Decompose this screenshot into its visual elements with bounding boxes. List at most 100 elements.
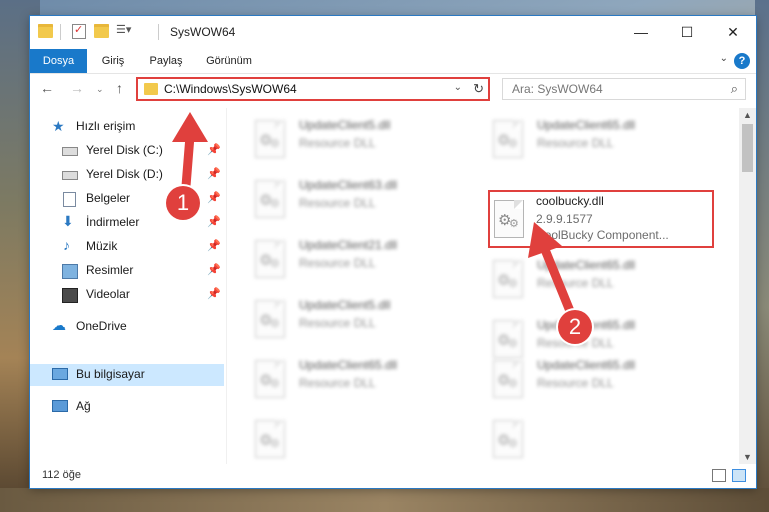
sidebar-item-label: İndirmeler [86,215,140,229]
pin-icon[interactable]: 📌 [207,215,221,228]
dll-file-icon: ⚙ ⚙ [491,320,527,358]
search-icon[interactable]: ⌕ [731,81,738,97]
file-type: Resource DLL [537,136,614,150]
file-type: Resource DLL [299,256,376,270]
sidebar-item-videos[interactable]: Videolar 📌 [30,284,224,306]
up-arrow-icon[interactable]: ↑ [116,80,123,96]
file-type: Resource DLL [537,276,614,290]
pin-icon[interactable]: 📌 [207,287,221,300]
sidebar-item-label: Müzik [86,239,118,253]
cloud-icon: ☁ [52,317,66,333]
address-bar[interactable]: C:\Windows\SysWOW64 ⌄ ↻ [136,77,490,101]
sidebar-item-label: Hızlı erişim [76,119,136,133]
network-icon [52,400,68,412]
list-item[interactable]: ⚙ ⚙ UpdateClient5.dll Resource DLL [245,114,473,162]
properties-icon[interactable] [72,23,86,39]
list-item[interactable]: ⚙⚙ UpdateClient65.dll Resource DLL [483,114,711,162]
sidebar-item-label: Belgeler [86,191,131,205]
list-item[interactable]: ⚙⚙ UpdateClient65.dll Resource DLL [245,354,473,402]
scroll-up-icon[interactable]: ▲ [743,110,752,120]
file-version: 2.9.9.1577 [536,212,593,226]
file-name: UpdateClient65.dll [537,358,636,372]
dll-file-icon: ⚙ ⚙ [491,420,527,458]
recent-locations-chevron-icon[interactable]: ⌄ [96,84,104,95]
pin-icon[interactable]: 📌 [207,167,221,180]
sidebar-item-local-disk-c[interactable]: Yerel Disk (C:) 📌 [30,140,224,162]
minimize-button[interactable]: — [618,16,664,48]
customize-toolbar-icon[interactable]: ☰▾ [116,23,131,37]
chevron-down-icon[interactable]: ⌄ [720,53,728,64]
dll-file-icon: ⚙ ⚙ [491,360,527,398]
dll-file-icon: ⚙ ⚙ [491,120,527,158]
back-arrow-icon[interactable]: ← [40,80,54,96]
sidebar-item-network[interactable]: Ağ [30,396,224,418]
pin-icon[interactable]: 📌 [207,239,221,252]
chevron-down-icon[interactable]: ⌄ [454,82,462,93]
file-type: Resource DLL [299,316,376,330]
scrollbar-thumb[interactable] [742,124,753,172]
search-box[interactable]: Ara: SysWOW64 ⌕ [502,78,746,100]
sidebar-item-label: Bu bilgisayar [76,367,145,381]
close-button[interactable]: ✕ [710,16,756,48]
address-path[interactable]: C:\Windows\SysWOW64 [164,82,297,96]
sidebar-item-quick-access[interactable]: ★ Hızlı erişim [30,116,224,138]
dll-file-icon: ⚙ ⚙ [253,300,289,338]
drive-icon [62,171,78,180]
details-view-icon[interactable] [712,469,726,482]
pictures-icon [62,264,78,279]
list-item[interactable]: ⚙ ⚙ [245,414,473,462]
sidebar-item-label: Ağ [76,399,91,413]
dll-file-icon: ⚙ ⚙ [492,200,528,238]
status-bar: 112 öğe [30,464,756,488]
callout-badge-2: 2 [558,310,592,344]
file-name: UpdateClient5.dll [299,118,391,132]
list-item[interactable]: ⚙ ⚙ UpdateClient63.dll Resource DLL [245,174,473,222]
desktop-background-bottom [0,488,769,512]
tab-file[interactable]: Dosya [30,49,87,73]
maximize-button[interactable]: ☐ [664,16,710,48]
file-name: UpdateClient21.dll [299,238,398,252]
callout-badge-1: 1 [166,186,200,220]
file-name: UpdateClient5.dll [299,298,391,312]
star-icon: ★ [52,118,65,134]
explorer-window: ☰▾ SysWOW64 — ☐ ✕ Dosya Giriş Paylaş Gör… [30,16,756,488]
dll-file-icon: ⚙ ⚙ [253,420,289,458]
file-list: ⚙ ⚙ UpdateClient5.dll Resource DLL ⚙ ⚙ Upd… [227,108,741,464]
sidebar-item-local-disk-d[interactable]: Yerel Disk (D:) 📌 [30,164,224,186]
sidebar-item-onedrive[interactable]: ☁ OneDrive [30,316,224,338]
tab-home[interactable]: Giriş [90,49,136,73]
new-folder-icon[interactable] [94,24,109,38]
video-icon [62,288,78,303]
list-item[interactable]: ⚙ ⚙ UpdateClient21.dll Resource DLL [245,234,473,282]
large-icons-view-icon[interactable] [732,469,746,482]
sidebar-item-this-pc[interactable]: Bu bilgisayar [30,364,224,386]
list-item[interactable]: ⚙⚙ UpdateClient65.dll Resource DLL [483,254,711,302]
dll-file-icon: ⚙ ⚙ [253,360,289,398]
forward-arrow-icon[interactable]: → [70,80,84,96]
list-item[interactable]: ⚙⚙ UpdateClient65.dll Resource DLL [483,354,711,402]
vertical-scrollbar[interactable]: ▲ ▼ [739,108,756,464]
folder-icon [144,83,158,95]
drive-icon [62,147,78,156]
pin-icon[interactable]: 📌 [207,263,221,276]
window-title: SysWOW64 [170,25,236,39]
music-icon: ♪ [63,237,70,253]
tab-share[interactable]: Paylaş [142,49,190,73]
item-count: 112 öğe [42,469,81,481]
computer-icon [52,368,68,380]
refresh-icon[interactable]: ↻ [473,81,484,97]
sidebar-item-music[interactable]: ♪ Müzik 📌 [30,236,224,258]
highlighted-file-item[interactable]: ⚙ ⚙ coolbucky.dll 2.9.9.1577 CoolBucky Co… [488,190,714,248]
sidebar-item-label: Resimler [86,263,134,277]
help-button[interactable]: ? [734,53,750,69]
list-item[interactable]: ⚙ ⚙ UpdateClient5.dll Resource DLL [245,294,473,342]
pin-icon[interactable]: 📌 [207,143,221,156]
toolbar-separator [158,24,159,40]
list-item[interactable]: ⚙ ⚙ [483,414,711,462]
sidebar-item-pictures[interactable]: Resimler 📌 [30,260,224,282]
pin-icon[interactable]: 📌 [207,191,221,204]
scroll-down-icon[interactable]: ▼ [743,452,752,462]
sidebar-item-downloads[interactable]: ⬇ İndirmeler 📌 [30,212,224,234]
tab-view[interactable]: Görünüm [198,49,260,73]
desktop-background-right [755,0,769,512]
